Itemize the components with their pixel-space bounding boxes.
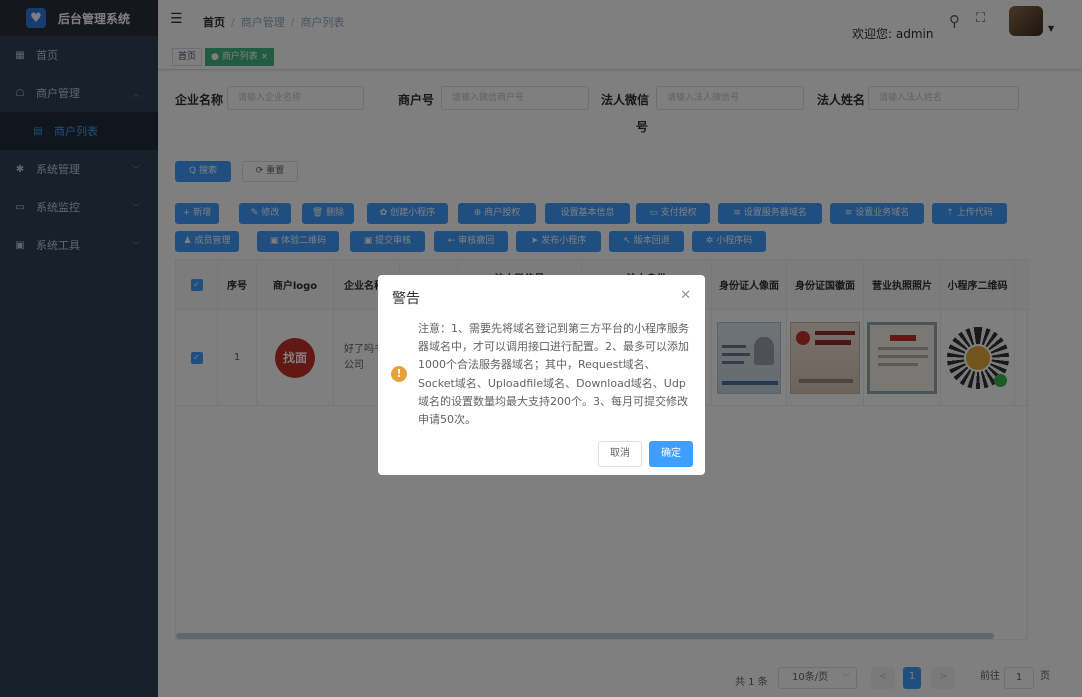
dialog-message: 注意：1、需要先将域名登记到第三方平台的小程序服务器域名中，才可以调用接口进行配… [418,322,689,427]
close-icon[interactable]: ✕ [680,288,691,303]
warning-dialog: 警告 ✕ ! 注意：1、需要先将域名登记到第三方平台的小程序服务器域名中，才可以… [378,275,705,475]
confirm-button[interactable]: 确定 [649,441,693,467]
cancel-button[interactable]: 取消 [598,441,642,467]
dialog-title: 警告 [392,291,420,307]
app-root: ♥ 后台管理系统 ▦ 首页 ☖ 商户管理 ︿ ▤ 商户列表 ✱ 系统管理 ﹀ ▭… [0,0,1082,697]
warning-icon: ! [391,366,407,382]
